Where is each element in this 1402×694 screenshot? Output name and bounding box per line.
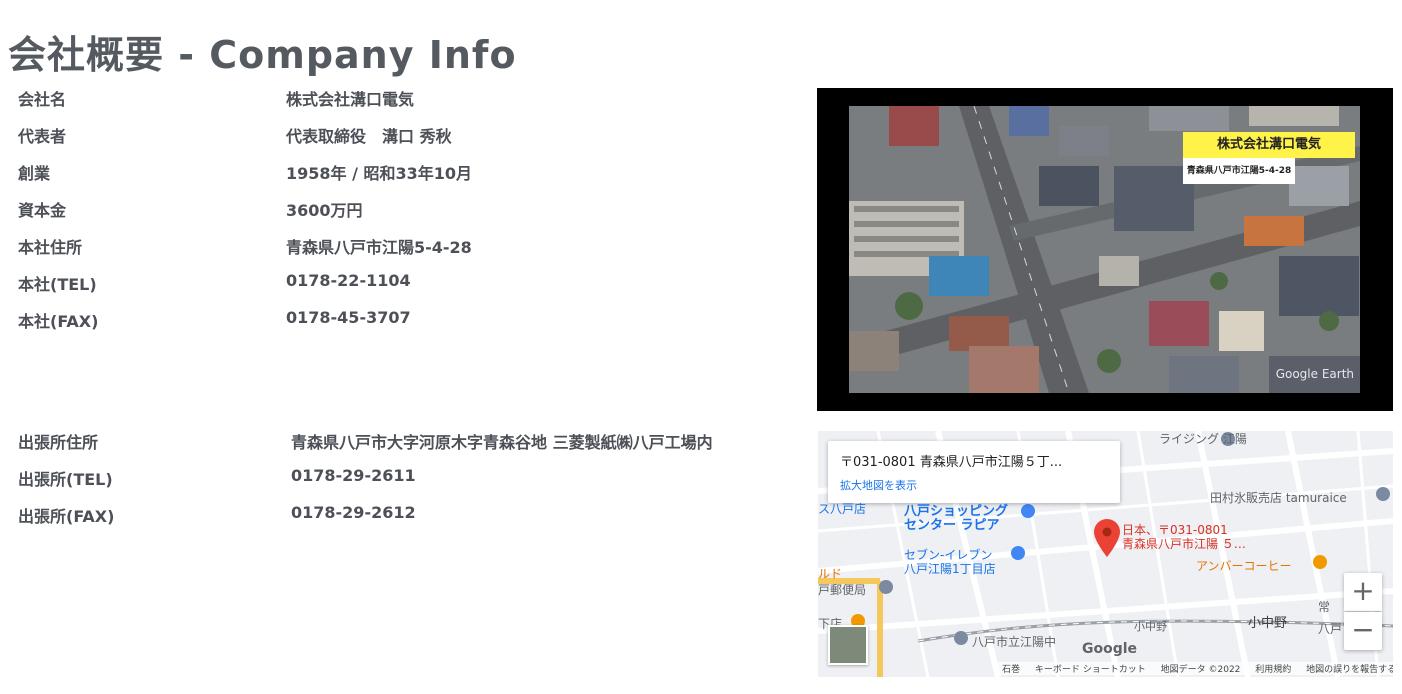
map-card-address: 〒031-0801 青森県八戸市江陽５丁... [840,455,1063,470]
report-error-link[interactable]: 地図の誤りを報告する [1306,665,1393,675]
info-label: 創業 [18,164,51,183]
zoom-in-button[interactable]: + [1344,573,1382,611]
map-place-label: 小中野 [1248,616,1288,631]
info-label: 出張所(TEL) [18,470,113,489]
map-marker-label: 日本、〒031-0801 青森県八戸市江陽 ５… [1122,523,1246,551]
map-place-label: センター ラピア [904,518,1000,533]
info-value: 青森県八戸市江陽5-4-28 [286,238,472,257]
map-place-label: 八戸江陽1丁目店 [904,562,996,576]
google-logo: Google [1082,641,1138,657]
aerial-video-panel[interactable]: 株式会社溝口電気 青森県八戸市江陽5-4-28 Google Earth [817,88,1393,411]
info-value: 0178-29-2612 [291,503,416,522]
map-place-label: 八戸市立江陽中 [972,635,1057,649]
map-place-label: 小中野 [1134,620,1167,633]
info-label: 会社名 [18,90,67,109]
info-label: 資本金 [18,201,67,220]
map-place-label: 戸郵便局 [818,583,867,597]
satellite-toggle-button[interactable] [828,625,868,665]
map-data-credit: 地図データ ©2022 [1160,665,1241,675]
info-value: 3600万円 [286,201,363,220]
map-place-label: ス八戸店 [818,502,867,516]
info-label: 本社(FAX) [18,312,99,331]
info-label: 出張所住所 [18,433,99,452]
google-earth-watermark: Google Earth [1275,367,1354,381]
info-value: 1958年 / 昭和33年10月 [286,164,473,183]
page-title: 会社概要 - Company Info [8,33,517,77]
aerial-image: 株式会社溝口電気 青森県八戸市江陽5-4-28 Google Earth [849,106,1360,393]
info-value: 0178-22-1104 [286,271,411,290]
info-value: 株式会社溝口電気 [286,90,415,109]
aerial-address-tag: 青森県八戸市江陽5-4-28 [1183,158,1295,184]
view-larger-map-link[interactable]: 拡大地図を表示 [840,477,1108,493]
map-info-card: 〒031-0801 青森県八戸市江陽５丁... 拡大地図を表示 [828,441,1120,503]
info-value: 0178-29-2611 [291,466,416,485]
info-label: 代表者 [18,127,67,146]
map-place-label: 田村氷販売店 tamuraice [1210,491,1347,505]
map-place-label: 八戸 [1318,622,1343,636]
map-place-label: アンバーコーヒー [1196,559,1292,573]
terms-link[interactable]: 利用規約 [1255,665,1291,675]
zoom-out-button[interactable]: − [1344,612,1382,650]
map-place-label: ライジング 江陽 [1159,432,1247,446]
info-label: 出張所(FAX) [18,507,115,526]
info-value: 青森県八戸市大字河原木字青森谷地 三菱製紙㈱八戸工場内 [291,433,713,452]
info-value: 0178-45-3707 [286,308,411,327]
map-marker-icon[interactable] [1094,519,1120,557]
keyboard-shortcuts-link[interactable]: キーボード ショートカット [1035,665,1146,675]
aerial-company-banner: 株式会社溝口電気 [1183,132,1355,158]
google-map[interactable]: 〒031-0801 青森県八戸市江陽５丁... 拡大地図を表示 ライジング 江陽… [818,431,1393,677]
info-label: 本社住所 [18,238,83,257]
info-label: 本社(TEL) [18,275,97,294]
map-footer: 石巻 キーボード ショートカット 地図データ ©2022 利用規約 地図の誤りを… [998,662,1393,675]
map-place-label: ルド [818,567,843,581]
info-value: 代表取締役 溝口 秀秋 [286,127,452,146]
map-footer-stone: 石巻 [1002,665,1021,675]
map-place-label: 常 [1318,600,1331,614]
